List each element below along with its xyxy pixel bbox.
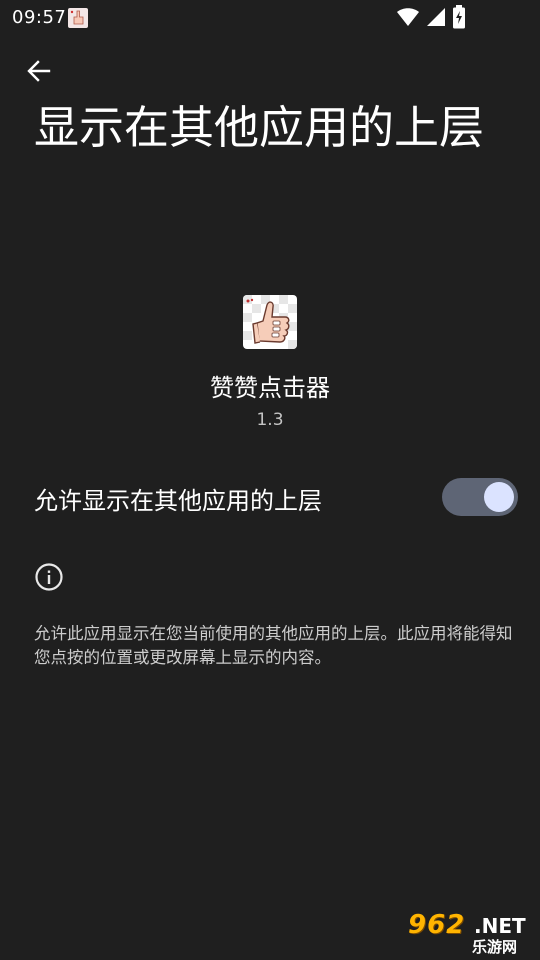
info-icon xyxy=(35,563,63,591)
info-description: 允许此应用显示在您当前使用的其他应用的上层。此应用将能得知您点按的位置或更改屏幕… xyxy=(34,624,513,667)
page-title: 显示在其他应用的上层 xyxy=(34,101,485,154)
app-icon xyxy=(243,295,297,349)
app-version: 1.3 xyxy=(256,410,284,430)
watermark-suffix: .NET xyxy=(474,914,526,938)
battery-charging-icon xyxy=(453,5,465,29)
watermark-brand: 962 xyxy=(408,910,466,940)
watermark-subtitle: 乐游网 xyxy=(472,938,518,956)
app-notification-icon xyxy=(68,8,88,28)
app-name: 赞赞点击器 xyxy=(210,374,330,402)
watermark-logo: 962 .NET 乐游网 xyxy=(400,910,536,956)
signal-icon xyxy=(427,8,445,26)
thumbs-up-app-icon xyxy=(243,295,297,349)
permission-toggle-switch[interactable] xyxy=(442,478,518,516)
wifi-icon xyxy=(397,8,419,26)
permission-toggle-label: 允许显示在其他应用的上层 xyxy=(34,487,322,515)
status-time: 09:57 xyxy=(12,7,67,28)
permission-toggle-row[interactable]: 允许显示在其他应用的上层 xyxy=(0,466,540,528)
status-bar: 09:57 xyxy=(0,0,540,36)
switch-thumb xyxy=(484,482,514,512)
back-button[interactable] xyxy=(20,52,58,90)
arrow-left-icon xyxy=(27,60,51,82)
